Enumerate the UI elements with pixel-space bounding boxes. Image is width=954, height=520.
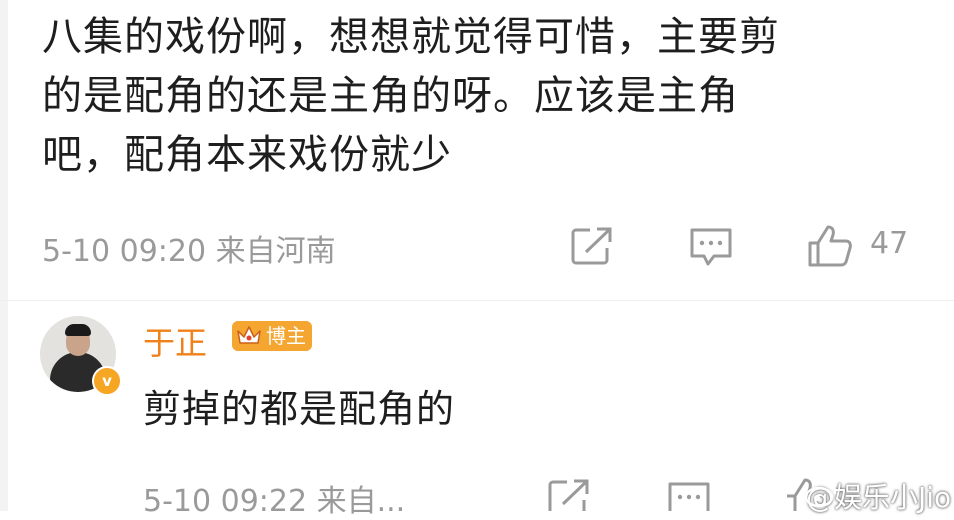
reply-share-icon[interactable] [547,478,591,511]
blogger-badge: 博主 [232,321,312,351]
avatar-hair [65,324,91,336]
reply-timestamp-location: 5-10 09:22 来自... [143,484,406,519]
weibo-logo-icon [804,476,838,509]
crown-icon [236,324,262,356]
reply-username[interactable]: 于正 [143,318,207,364]
blogger-badge-label: 博主 [266,324,306,348]
comment-timestamp-location: 5-10 09:20 来自河南 [42,234,336,269]
share-icon[interactable] [570,226,614,266]
reply-body: 剪掉的都是配角的 [143,387,456,431]
watermark: @娱乐小Jio [804,476,951,516]
comment-line-2: 的是配角的还是主角的呀。应该是主角 [42,73,739,119]
like-icon[interactable] [806,223,854,269]
comment-line-1: 八集的戏份啊，想想就觉得可惜，主要剪 [42,14,780,60]
left-edge-strip [0,0,8,511]
reply-comment-icon[interactable] [666,480,712,511]
verified-icon: v [92,366,122,396]
comment-icon[interactable] [688,226,734,268]
like-count: 47 [870,226,909,261]
comment-line-3: 吧，配角本来戏份就少 [42,132,452,178]
divider [0,300,954,301]
comment-body: 八集的戏份啊，想想就觉得可惜，主要剪 的是配角的还是主角的呀。应该是主角 吧，配… [42,8,922,185]
